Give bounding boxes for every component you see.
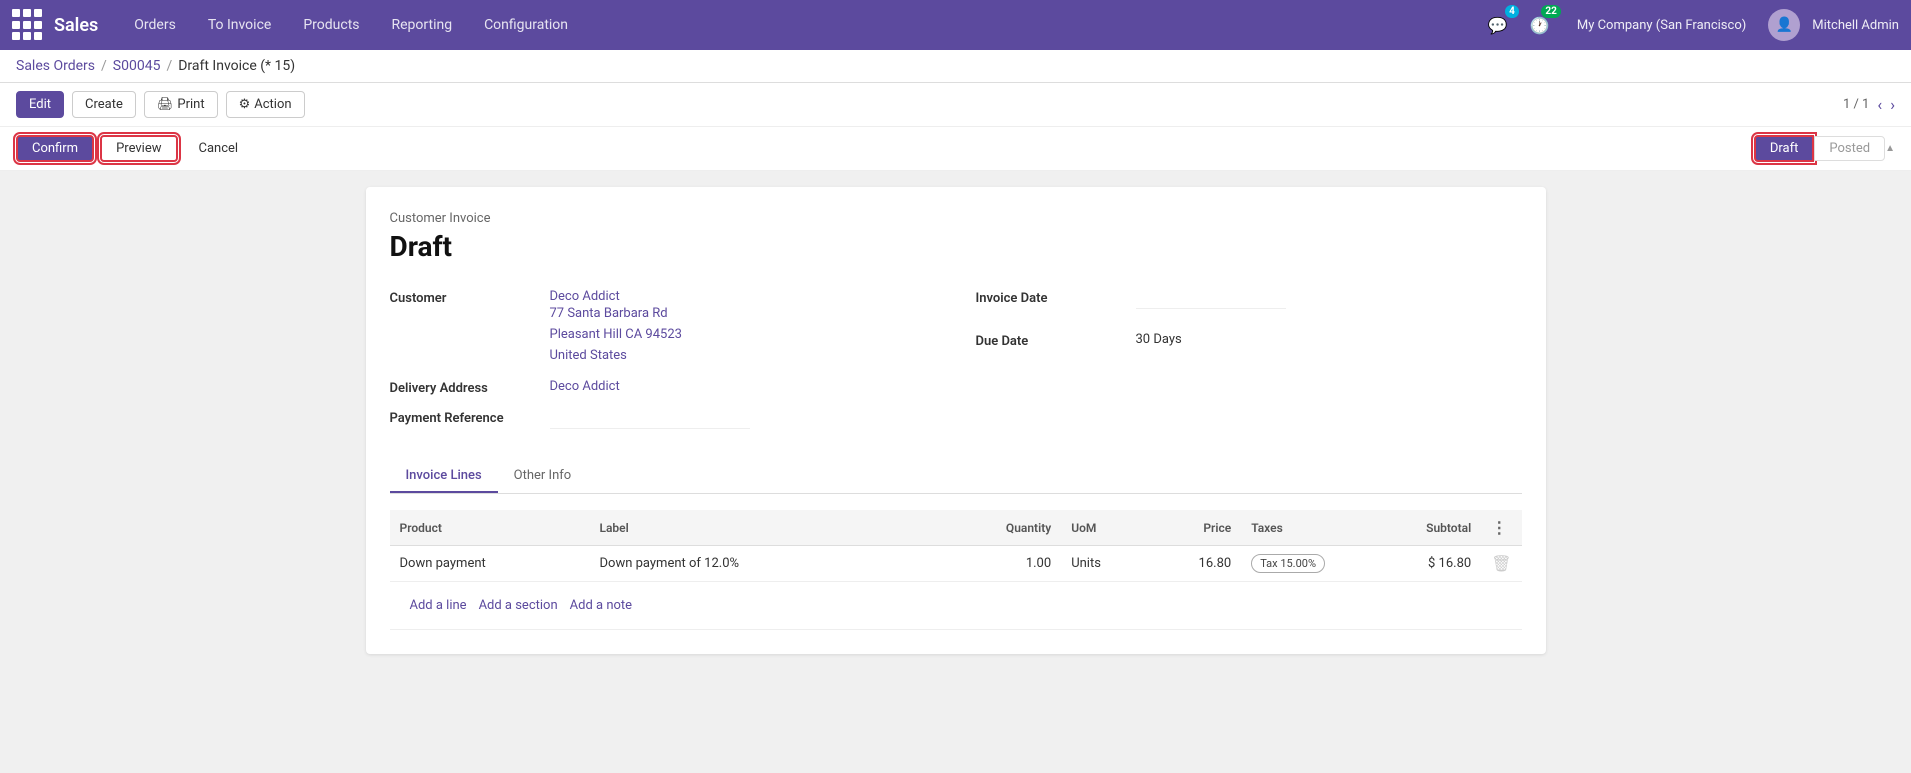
confirm-button[interactable]: Confirm: [16, 135, 94, 162]
breadcrumb: Sales Orders / S00045 / Draft Invoice (*…: [0, 50, 1911, 83]
table-header-row: Product Label Quantity UoM Price Taxes S…: [390, 510, 1522, 546]
add-links: Add a line Add a section Add a note: [400, 590, 1512, 621]
nav-products[interactable]: Products: [287, 0, 375, 50]
customer-address: 77 Santa Barbara Rd Pleasant Hill CA 945…: [550, 304, 682, 366]
invoice-tabs: Invoice Lines Other Info: [390, 460, 1522, 494]
table-row: Down payment Down payment of 12.0% 1.00 …: [390, 546, 1522, 582]
header-product: Product: [390, 510, 590, 546]
status-bar: Confirm Preview Cancel Draft Posted ▲: [0, 127, 1911, 171]
form-right: Invoice Date Due Date 30 Days: [976, 283, 1522, 436]
company-name: My Company (San Francisco): [1577, 18, 1746, 33]
row-delete[interactable]: 🗑: [1481, 546, 1521, 582]
due-date-label: Due Date: [976, 332, 1136, 349]
due-date-field: Due Date 30 Days: [976, 326, 1522, 356]
posted-status-button[interactable]: Posted: [1814, 136, 1885, 161]
next-page-button[interactable]: ›: [1890, 95, 1895, 114]
app-menu-icon[interactable]: [12, 9, 44, 41]
invoice-date-value[interactable]: [1136, 289, 1286, 309]
status-right: Draft Posted ▲: [1754, 135, 1895, 162]
nav-items: Orders To Invoice Products Reporting Con…: [118, 0, 1483, 50]
add-links-cell: Add a line Add a section Add a note: [390, 582, 1522, 630]
activity-icon-wrap[interactable]: 🕐 22: [1525, 10, 1555, 40]
top-navigation: Sales Orders To Invoice Products Reporti…: [0, 0, 1911, 50]
add-section-link[interactable]: Add a section: [479, 598, 558, 613]
breadcrumb-s00045[interactable]: S00045: [113, 58, 161, 74]
preview-button[interactable]: Preview: [100, 135, 177, 162]
tab-other-info[interactable]: Other Info: [498, 460, 588, 493]
header-subtotal: Subtotal: [1361, 510, 1481, 546]
delivery-address-value[interactable]: Deco Addict: [550, 379, 620, 394]
user-name: Mitchell Admin: [1812, 18, 1899, 33]
row-subtotal: $ 16.80: [1361, 546, 1481, 582]
row-taxes[interactable]: Tax 15.00%: [1241, 546, 1361, 582]
nav-right: 💬 4 🕐 22 My Company (San Francisco) 👤 Mi…: [1483, 9, 1899, 41]
draft-status-button[interactable]: Draft: [1754, 135, 1815, 162]
invoice-date-field: Invoice Date: [976, 283, 1522, 316]
scroll-indicator: ▲: [1885, 143, 1895, 154]
nav-reporting[interactable]: Reporting: [376, 0, 469, 50]
customer-name[interactable]: Deco Addict: [550, 289, 682, 304]
header-uom: UoM: [1061, 510, 1141, 546]
tab-invoice-lines[interactable]: Invoice Lines: [390, 460, 498, 493]
delivery-address-field: Delivery Address Deco Addict: [390, 373, 936, 403]
breadcrumb-sales-orders[interactable]: Sales Orders: [16, 58, 95, 74]
printer-icon: 🖨: [157, 97, 174, 112]
main-content: Customer Invoice Draft Customer Deco Add…: [0, 171, 1911, 744]
toolbar: Edit Create 🖨 Print ⚙ Action 1 / 1 ‹ ›: [0, 83, 1911, 127]
page-info: 1 / 1: [1843, 97, 1869, 112]
chat-icon-wrap[interactable]: 💬 4: [1483, 10, 1513, 40]
invoice-status: Draft: [390, 230, 1522, 263]
header-quantity: Quantity: [981, 510, 1061, 546]
delete-icon[interactable]: 🗑: [1491, 554, 1511, 573]
gear-icon: ⚙: [239, 97, 251, 112]
row-price[interactable]: 16.80: [1141, 546, 1241, 582]
row-product[interactable]: Down payment: [390, 546, 590, 582]
edit-button[interactable]: Edit: [16, 91, 64, 118]
app-title[interactable]: Sales: [54, 15, 98, 36]
print-button[interactable]: 🖨 Print: [144, 91, 218, 118]
payment-ref-field: Payment Reference: [390, 403, 936, 436]
delivery-address-label: Delivery Address: [390, 379, 550, 396]
customer-value: Deco Addict 77 Santa Barbara Rd Pleasant…: [550, 289, 682, 366]
nav-to-invoice[interactable]: To Invoice: [192, 0, 288, 50]
due-date-value[interactable]: 30 Days: [1136, 332, 1182, 347]
action-button[interactable]: ⚙ Action: [226, 91, 305, 118]
invoice-card: Customer Invoice Draft Customer Deco Add…: [366, 187, 1546, 654]
nav-orders[interactable]: Orders: [118, 0, 192, 50]
header-taxes: Taxes: [1241, 510, 1361, 546]
nav-configuration[interactable]: Configuration: [468, 0, 584, 50]
tax-badge: Tax 15.00%: [1251, 554, 1325, 573]
add-line-link[interactable]: Add a line: [410, 598, 467, 613]
pagination: 1 / 1 ‹ ›: [1843, 95, 1895, 114]
invoice-date-label: Invoice Date: [976, 289, 1136, 306]
invoice-form: Customer Deco Addict 77 Santa Barbara Rd…: [390, 283, 1522, 436]
prev-page-button[interactable]: ‹: [1877, 95, 1882, 114]
avatar[interactable]: 👤: [1768, 9, 1800, 41]
row-quantity[interactable]: 1.00: [981, 546, 1061, 582]
create-button[interactable]: Create: [72, 91, 136, 118]
form-left: Customer Deco Addict 77 Santa Barbara Rd…: [390, 283, 936, 436]
add-note-link[interactable]: Add a note: [570, 598, 632, 613]
customer-field: Customer Deco Addict 77 Santa Barbara Rd…: [390, 283, 936, 373]
row-uom[interactable]: Units: [1061, 546, 1141, 582]
payment-ref-label: Payment Reference: [390, 409, 550, 426]
column-menu-icon[interactable]: ⋮: [1491, 518, 1507, 537]
header-actions: ⋮: [1481, 510, 1521, 546]
cancel-button[interactable]: Cancel: [184, 136, 254, 161]
customer-label: Customer: [390, 289, 550, 306]
breadcrumb-current: Draft Invoice (* 15): [178, 58, 295, 74]
row-label[interactable]: Down payment of 12.0%: [590, 546, 982, 582]
activity-badge: 22: [1541, 5, 1560, 18]
invoice-lines-table: Product Label Quantity UoM Price Taxes S…: [390, 510, 1522, 630]
add-links-row: Add a line Add a section Add a note: [390, 582, 1522, 630]
header-price: Price: [1141, 510, 1241, 546]
header-label: Label: [590, 510, 982, 546]
invoice-type-label: Customer Invoice: [390, 211, 1522, 226]
chat-badge: 4: [1505, 5, 1519, 18]
payment-ref-value[interactable]: [550, 409, 750, 429]
